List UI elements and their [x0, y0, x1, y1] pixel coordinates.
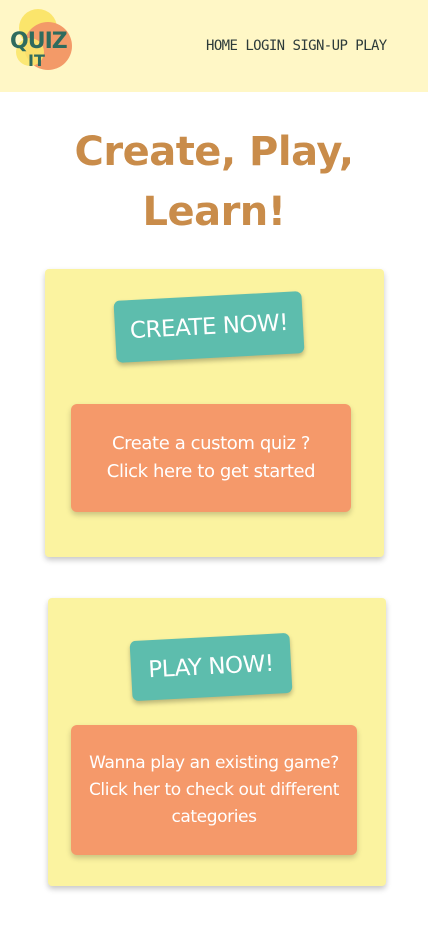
site-header: QUIZ IT HOME LOGIN SIGN-UP PLAY — [0, 0, 428, 92]
play-game-info-box[interactable]: Wanna play an existing game? Click her t… — [71, 725, 357, 855]
nav-play-link[interactable]: PLAY — [355, 38, 387, 54]
hero-title: Create, Play, Learn! — [0, 122, 428, 242]
play-info-line-1: Wanna play an existing game? — [89, 752, 339, 773]
create-info-line-2: Click here to get started — [106, 461, 316, 482]
play-info-line-3: categories — [171, 806, 257, 827]
create-now-button[interactable]: CREATE NOW! — [113, 291, 305, 363]
quiz-it-logo[interactable]: QUIZ IT — [8, 6, 74, 74]
hero-title-line-2: Learn! — [142, 189, 286, 235]
play-card: PLAY NOW! Wanna play an existing game? C… — [48, 598, 386, 886]
nav-signup-link[interactable]: SIGN-UP — [292, 38, 347, 54]
logo-graphic: QUIZ IT — [10, 9, 72, 70]
play-now-button[interactable]: PLAY NOW! — [129, 632, 293, 702]
create-info-line-1: Create a custom quiz ? — [111, 433, 311, 454]
create-quiz-info-box[interactable]: Create a custom quiz ? Click here to get… — [71, 404, 351, 512]
play-info-line-2: Click her to check out different — [88, 779, 340, 800]
nav-home-link[interactable]: HOME — [206, 38, 238, 54]
svg-text:IT: IT — [28, 51, 45, 70]
hero-title-line-1: Create, Play, — [74, 129, 354, 175]
nav-login-link[interactable]: LOGIN — [245, 38, 285, 54]
create-card: CREATE NOW! Create a custom quiz ? Click… — [45, 269, 384, 557]
main-nav: HOME LOGIN SIGN-UP PLAY — [206, 38, 387, 54]
